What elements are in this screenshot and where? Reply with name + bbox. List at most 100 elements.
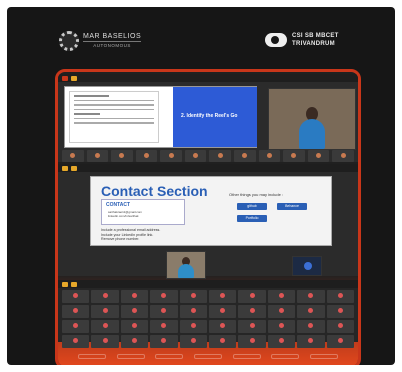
- participant-tile[interactable]: [297, 335, 325, 348]
- participant-tile[interactable]: [160, 150, 182, 162]
- participant-tile[interactable]: [91, 305, 119, 318]
- participant-tile[interactable]: [267, 335, 296, 348]
- participant-tile[interactable]: [184, 150, 207, 162]
- participant-tile[interactable]: [209, 320, 237, 333]
- speaker-figure: [178, 264, 194, 278]
- speaker-video-small: [166, 251, 206, 279]
- slide-heading-band: 2. Identify the Reel's Go: [173, 87, 257, 147]
- participant-tile[interactable]: [238, 320, 266, 333]
- contact-line: linkedin.com/in/sarthak: [108, 214, 139, 218]
- participant-grid-row: [62, 335, 355, 348]
- behance-pill: Behance: [277, 203, 307, 210]
- participant-tile[interactable]: [267, 320, 296, 333]
- participant-tile[interactable]: [120, 305, 149, 318]
- participant-tile[interactable]: [332, 150, 354, 162]
- window-dot-icon: [71, 165, 77, 171]
- control-button[interactable]: [193, 354, 222, 359]
- window-dot-icon: [71, 281, 77, 287]
- participant-tile[interactable]: [150, 290, 178, 303]
- participant-tile[interactable]: [62, 335, 90, 348]
- participant-tile[interactable]: [120, 320, 149, 333]
- screenshot-card: 2. Identify the Reel's Go Contact Sectio…: [55, 69, 361, 365]
- participant-tile[interactable]: [179, 305, 208, 318]
- participant-tile[interactable]: [283, 150, 305, 162]
- contact-box: CONTACT sarthakrao11@gmail.com linkedin.…: [101, 199, 185, 225]
- contact-label: CONTACT: [106, 202, 131, 208]
- participant-tile[interactable]: [135, 150, 158, 162]
- participant-tile[interactable]: [179, 335, 208, 348]
- participant-tile[interactable]: [238, 305, 266, 318]
- participant-tile[interactable]: [86, 150, 109, 162]
- brand-left-name: MAR BASELIOS: [83, 32, 142, 40]
- participant-tile[interactable]: [62, 305, 90, 318]
- participant-tile[interactable]: [62, 150, 84, 162]
- slide-title: Contact Section: [101, 183, 208, 199]
- window-dot-icon: [62, 281, 68, 287]
- window-dot-icon: [62, 75, 68, 81]
- participant-tile[interactable]: [62, 290, 90, 303]
- participant-tile[interactable]: [307, 150, 330, 162]
- control-button[interactable]: [232, 354, 261, 359]
- mar-baselios-logo: MAR BASELIOS AUTONOMOUS: [59, 31, 142, 51]
- participant-tile[interactable]: [326, 320, 355, 333]
- window-dot-icon: [62, 165, 68, 171]
- participant-grid-row: [62, 305, 355, 318]
- participant-tile[interactable]: [150, 305, 178, 318]
- participant-tile[interactable]: [91, 320, 119, 333]
- portfolio-pill: Portfolio: [237, 215, 267, 222]
- control-button[interactable]: [78, 354, 106, 359]
- participant-tile[interactable]: [326, 305, 355, 318]
- control-button[interactable]: [155, 354, 184, 359]
- participant-grid-row: [62, 290, 355, 303]
- brand-right-line1: CSI SB MBCET: [292, 33, 339, 39]
- slide-heading: 2. Identify the Reel's Go: [181, 113, 238, 119]
- csi-logo: CSI SB MBCET TRIVANDRUM: [265, 32, 339, 48]
- control-button[interactable]: [309, 354, 338, 359]
- participant-grid-row: [62, 320, 355, 333]
- control-button[interactable]: [116, 354, 145, 359]
- control-button[interactable]: [271, 354, 300, 359]
- bottom-controls: [78, 354, 338, 359]
- shared-slide: 2. Identify the Reel's Go: [64, 86, 257, 148]
- participant-tile[interactable]: [209, 335, 237, 348]
- participant-avatar-icon: [304, 262, 312, 270]
- participant-tile[interactable]: [258, 150, 281, 162]
- participant-tile[interactable]: [179, 320, 208, 333]
- participant-tile[interactable]: [326, 335, 355, 348]
- participant-tile[interactable]: [209, 305, 237, 318]
- participant-tile[interactable]: [91, 335, 119, 348]
- participant-tile[interactable]: [297, 290, 325, 303]
- participant-strip: [62, 150, 354, 162]
- brand-right-line2: TRIVANDRUM: [292, 41, 335, 47]
- speaker-figure: [299, 119, 325, 149]
- participant-tile[interactable]: [326, 290, 355, 303]
- window-titlebar: [58, 280, 358, 288]
- participant-tile[interactable]: [238, 335, 266, 348]
- participant-tile[interactable]: [297, 305, 325, 318]
- participant-tile[interactable]: [234, 150, 256, 162]
- participant-tile[interactable]: [111, 150, 133, 162]
- participant-tile[interactable]: [297, 320, 325, 333]
- participant-tile[interactable]: [91, 290, 119, 303]
- participant-tile[interactable]: [150, 335, 178, 348]
- participant-tile[interactable]: [120, 335, 149, 348]
- contact-slide: Contact Section CONTACT sarthakrao11@gma…: [90, 176, 332, 246]
- window-titlebar: [58, 164, 358, 172]
- participant-tile[interactable]: [267, 290, 296, 303]
- participant-tile[interactable]: [179, 290, 208, 303]
- participant-tile[interactable]: [209, 290, 237, 303]
- participant-tile[interactable]: [238, 290, 266, 303]
- participant-video: [292, 256, 322, 276]
- brand-left-sub: AUTONOMOUS: [83, 40, 142, 50]
- contact-bullets: Include a professional email address. In…: [101, 228, 160, 242]
- csi-icon: [265, 33, 287, 47]
- participant-tile[interactable]: [267, 305, 296, 318]
- participant-tile[interactable]: [62, 320, 90, 333]
- github-pill: github: [237, 203, 267, 210]
- other-things-label: Other things you may include :: [229, 192, 284, 197]
- participant-tile[interactable]: [120, 290, 149, 303]
- participant-tile[interactable]: [209, 150, 232, 162]
- participant-tile[interactable]: [150, 320, 178, 333]
- screenshot-frame: MAR BASELIOS AUTONOMOUS CSI SB MBCET TRI…: [7, 7, 395, 365]
- window-titlebar: [58, 74, 358, 82]
